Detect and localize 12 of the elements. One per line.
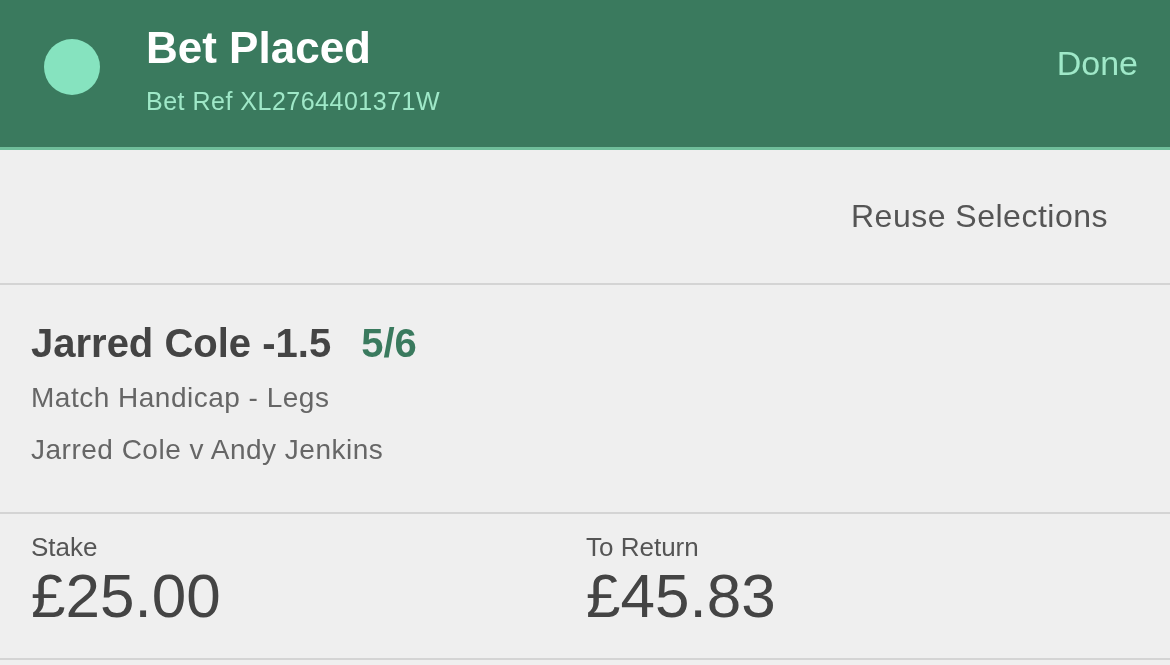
bet-placed-title: Bet Placed	[146, 21, 372, 74]
market-name: Match Handicap - Legs	[31, 382, 331, 414]
total-amount: £25.00	[31, 563, 222, 629]
event-name: Jarred Cole v Andy Jenkins	[31, 434, 385, 466]
reuse-selections-link[interactable]: Reuse Selections	[850, 198, 1108, 235]
odds-value: 5/6	[361, 321, 417, 366]
total-amount: £45.83	[586, 563, 777, 629]
total-label: Stake	[31, 532, 99, 563]
selection-name: Jarred Cole -1.5	[31, 321, 332, 366]
total-label: To Return	[586, 532, 700, 563]
done-button[interactable]: Done	[1056, 44, 1138, 83]
bet-reference: Bet Ref XL2764401371W	[146, 85, 442, 117]
